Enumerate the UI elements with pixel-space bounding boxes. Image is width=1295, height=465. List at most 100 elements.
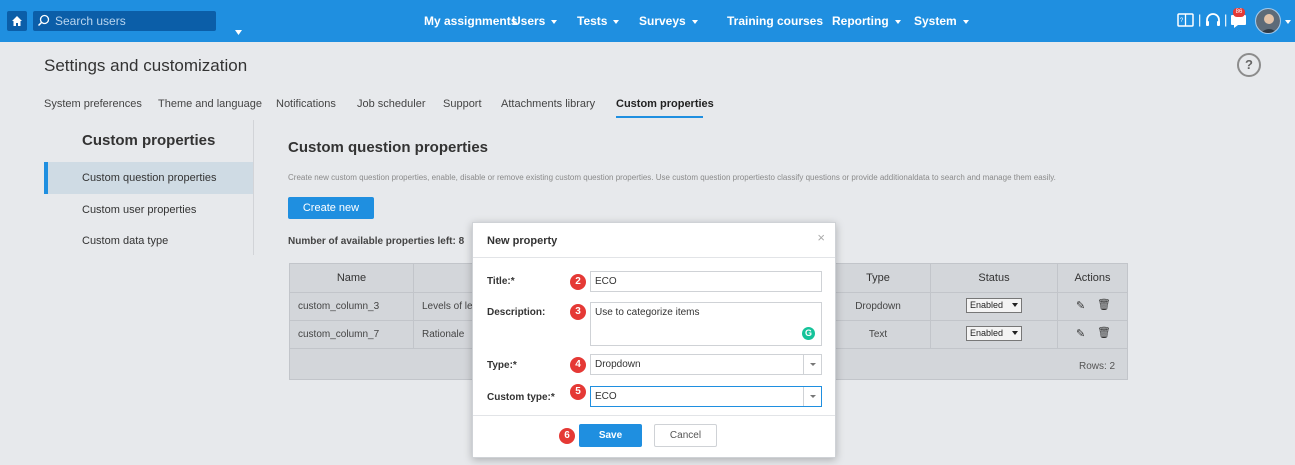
create-new-button[interactable]: Create new <box>288 197 374 219</box>
tab-attachments-library[interactable]: Attachments library <box>501 98 595 110</box>
column-divider <box>930 264 931 348</box>
type-select[interactable]: Dropdown <box>590 354 822 375</box>
step-marker: 5 <box>570 384 586 400</box>
separator: | <box>1224 12 1228 27</box>
title-field[interactable]: ECO <box>590 271 822 292</box>
sidebar-item-label: Custom question properties <box>82 172 217 184</box>
description-label: Description: <box>487 307 546 318</box>
tab-system-preferences[interactable]: System preferences <box>44 98 142 110</box>
search-icon <box>37 14 50 27</box>
active-tab-indicator <box>616 116 703 118</box>
nav-label: My assignments <box>424 14 518 28</box>
tab-job-scheduler[interactable]: Job scheduler <box>357 98 426 110</box>
close-icon[interactable]: × <box>817 230 825 245</box>
top-navigation-bar: My assignments Users Tests Surveys Train… <box>0 0 1295 42</box>
available-properties-count: Number of available properties left: 8 <box>288 236 465 247</box>
sidebar-title: Custom properties <box>82 132 216 149</box>
sidebar-item-label: Custom data type <box>82 235 169 247</box>
nav-users[interactable]: Users <box>512 14 558 28</box>
chevron-down-icon <box>803 387 821 406</box>
page-title: Settings and customization <box>44 56 248 75</box>
trash-icon[interactable]: 🗑 <box>1097 326 1111 339</box>
step-marker: 6 <box>559 428 575 444</box>
caret-down-icon <box>613 19 620 24</box>
book-icon[interactable]: ? <box>1177 12 1194 28</box>
status-value: Enabled <box>970 328 1004 338</box>
sidebar-item-custom-question-properties[interactable]: Custom question properties <box>44 162 253 194</box>
dialog-title: New property <box>487 235 558 247</box>
column-divider <box>1057 264 1058 348</box>
grammarly-icon[interactable]: G <box>802 327 815 340</box>
avatar[interactable] <box>1255 8 1281 34</box>
nav-label: Reporting <box>832 14 889 28</box>
chevron-down-icon <box>803 355 821 374</box>
custom-type-label: Custom type:* <box>487 392 555 403</box>
custom-type-select[interactable]: ECO <box>590 386 822 407</box>
nav-reporting[interactable]: Reporting <box>832 14 901 28</box>
title-label: Title:* <box>487 276 515 287</box>
step-marker: 2 <box>570 274 586 290</box>
nav-system[interactable]: System <box>914 14 969 28</box>
sidebar-item-custom-user-properties[interactable]: Custom user properties <box>44 194 253 226</box>
cell-title: Levels of le <box>422 301 472 312</box>
cell-name: custom_column_7 <box>298 329 380 340</box>
search-users-input[interactable] <box>55 11 195 31</box>
section-description: Create new custom question properties, e… <box>288 173 1056 182</box>
help-button[interactable]: ? <box>1237 53 1261 77</box>
caret-down-icon <box>691 19 698 24</box>
column-header-actions: Actions <box>1074 272 1111 284</box>
nav-training-courses[interactable]: Training courses <box>727 14 823 28</box>
home-button[interactable] <box>7 11 27 31</box>
notification-badge: 86 <box>1233 8 1245 17</box>
caret-down-icon <box>894 19 901 24</box>
search-dropdown-toggle[interactable] <box>229 24 246 40</box>
type-value: Dropdown <box>595 359 641 370</box>
tab-support[interactable]: Support <box>443 98 482 110</box>
sidebar-item-custom-data-type[interactable]: Custom data type <box>44 225 253 257</box>
chevron-down-icon <box>234 29 242 35</box>
nav-label: Tests <box>577 14 608 28</box>
user-avatar-icon <box>1256 9 1280 33</box>
tab-notifications[interactable]: Notifications <box>276 98 336 110</box>
separator: | <box>1198 12 1202 27</box>
edit-icon[interactable]: ✎ <box>1076 299 1085 312</box>
chevron-down-icon <box>1012 331 1018 335</box>
home-icon <box>12 16 22 26</box>
nav-label: Training courses <box>727 14 824 28</box>
nav-label: System <box>914 14 957 28</box>
column-header-status[interactable]: Status <box>931 264 1057 292</box>
sidebar-divider <box>253 120 254 255</box>
avatar-caret-icon[interactable] <box>1285 20 1291 24</box>
nav-surveys[interactable]: Surveys <box>639 14 698 28</box>
status-select[interactable]: Enabled <box>966 326 1022 341</box>
column-header-type[interactable]: Type <box>828 264 928 292</box>
dialog-footer-divider <box>473 415 835 416</box>
description-field[interactable]: Use to categorize items G <box>590 302 822 346</box>
nav-my-assignments[interactable]: My assignments <box>424 14 517 28</box>
cell-title: Rationale <box>422 329 465 340</box>
cell-type: Dropdown <box>855 301 901 312</box>
step-marker: 4 <box>570 357 586 373</box>
tab-theme-and-language[interactable]: Theme and language <box>158 98 262 110</box>
trash-icon[interactable]: 🗑 <box>1097 298 1111 311</box>
edit-icon[interactable]: ✎ <box>1076 327 1085 340</box>
headset-icon[interactable] <box>1205 12 1221 28</box>
chevron-down-icon <box>1012 303 1018 307</box>
column-header-name[interactable]: Name <box>290 264 413 292</box>
column-divider <box>413 264 414 348</box>
cell-type: Text <box>868 329 888 340</box>
cancel-button[interactable]: Cancel <box>654 424 717 447</box>
save-button[interactable]: Save <box>579 424 642 447</box>
section-title: Custom question properties <box>288 139 489 156</box>
tab-custom-properties[interactable]: Custom properties <box>616 98 714 110</box>
dialog-header-divider <box>473 257 835 258</box>
caret-down-icon <box>962 19 969 24</box>
user-search <box>33 11 242 40</box>
status-value: Enabled <box>970 300 1004 310</box>
cell-name: custom_column_3 <box>298 301 380 312</box>
new-property-dialog: New property × Title:* ECO Description: … <box>472 222 836 458</box>
status-select[interactable]: Enabled <box>966 298 1022 313</box>
grid-row-count: Rows: 2 <box>1079 361 1116 372</box>
nav-tests[interactable]: Tests <box>577 14 620 28</box>
sidebar-item-label: Custom user properties <box>82 204 197 216</box>
